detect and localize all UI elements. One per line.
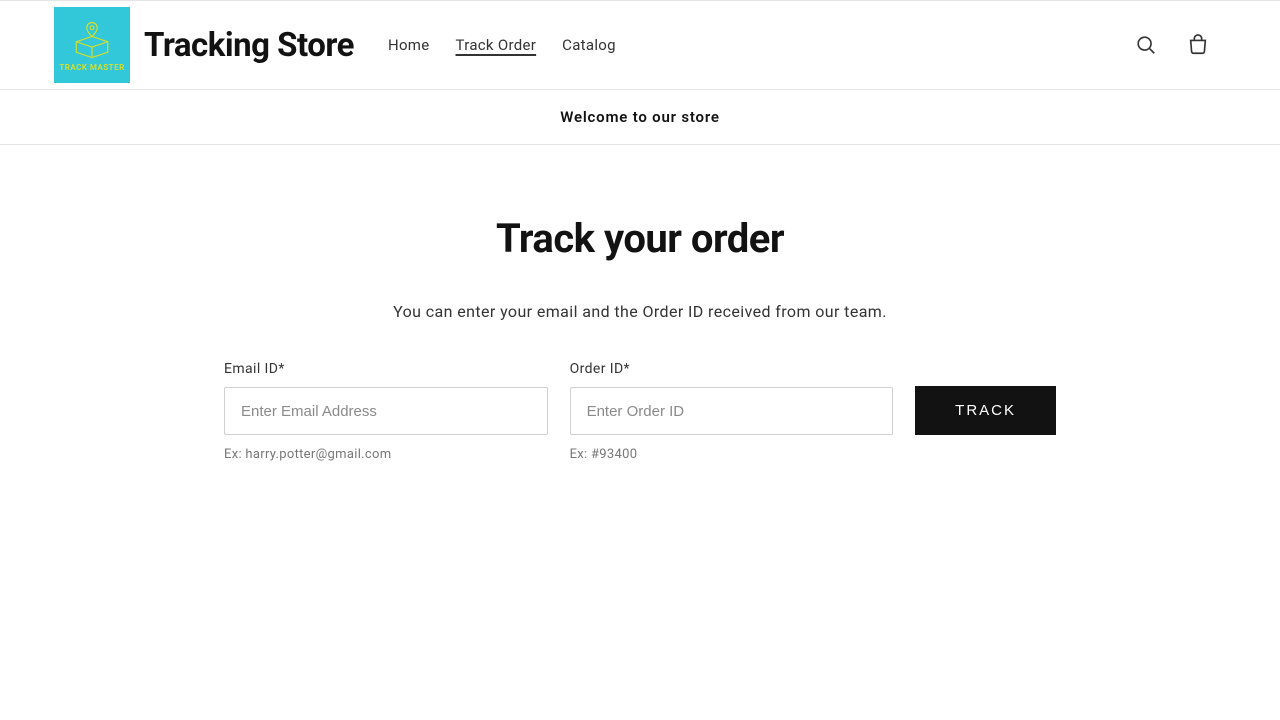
order-hint: Ex: #93400 <box>570 447 894 462</box>
nav-catalog[interactable]: Catalog <box>562 32 616 58</box>
order-input[interactable] <box>570 387 894 435</box>
header-icons <box>1132 31 1212 59</box>
email-hint: Ex: harry.potter@gmail.com <box>224 447 548 462</box>
header: TRACK MASTER Tracking Store Home Track O… <box>0 1 1280 90</box>
order-field-group: Order ID* Ex: #93400 <box>570 361 894 462</box>
main: Track your order You can enter your emai… <box>160 145 1120 502</box>
store-name[interactable]: Tracking Store <box>144 26 354 65</box>
search-button[interactable] <box>1132 31 1160 59</box>
page-subtitle: You can enter your email and the Order I… <box>184 302 1096 321</box>
order-label: Order ID* <box>570 361 894 377</box>
cart-button[interactable] <box>1184 31 1212 59</box>
nav-home[interactable]: Home <box>388 32 430 58</box>
track-form: Email ID* Ex: harry.potter@gmail.com Ord… <box>184 361 1096 462</box>
track-button[interactable]: TRACK <box>915 386 1056 435</box>
nav-track-order[interactable]: Track Order <box>456 32 537 58</box>
nav: Home Track Order Catalog <box>388 32 616 58</box>
email-input[interactable] <box>224 387 548 435</box>
cart-icon <box>1187 34 1209 56</box>
page-title: Track your order <box>184 215 1096 262</box>
logo[interactable]: TRACK MASTER <box>54 7 130 83</box>
logo-tagline: TRACK MASTER <box>59 63 124 72</box>
box-pin-icon <box>71 19 113 61</box>
email-label: Email ID* <box>224 361 548 377</box>
search-icon <box>1135 34 1157 56</box>
welcome-banner: Welcome to our store <box>0 90 1280 145</box>
email-field-group: Email ID* Ex: harry.potter@gmail.com <box>224 361 548 462</box>
